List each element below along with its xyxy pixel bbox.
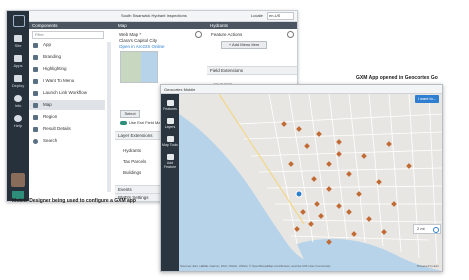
layer-tax-parcels[interactable]: Tax Parcels (123, 159, 146, 165)
rail-apps[interactable]: Apps (7, 53, 29, 73)
tools-icon (166, 136, 174, 142)
user-avatar[interactable] (11, 173, 25, 187)
component-search[interactable]: Search (29, 136, 105, 146)
gxm-window: Geocortex Mobile Features Layers Map Too… (160, 84, 443, 272)
component-label: Map (43, 102, 52, 107)
feature-actions-label: Feature Actions (211, 32, 243, 37)
rail-deploy-label: Deploy (11, 83, 25, 88)
rail-site-label: Site (14, 43, 22, 48)
components-panel: Components Filter App Branding Highlight… (29, 22, 116, 201)
app-icon (33, 43, 38, 48)
component-label: Search (43, 138, 58, 143)
filter-placeholder: Filter (35, 32, 44, 37)
gxm-caption: GXM App opened in Geocortex Go (356, 75, 438, 81)
help-circle-icon[interactable] (195, 31, 202, 38)
component-region[interactable]: Region (29, 112, 105, 122)
app-logo (13, 15, 25, 27)
apps-icon (14, 55, 22, 62)
hydrants-panel-title: Hydrants (207, 22, 297, 29)
rail-info[interactable]: Info (7, 93, 29, 113)
component-app[interactable]: App (29, 40, 105, 50)
rail-help[interactable]: Help (7, 113, 29, 133)
component-label: App (43, 42, 52, 47)
web-map-link[interactable]: Open in ArcGIS Online (119, 44, 165, 50)
select-button[interactable]: Select (120, 110, 140, 118)
component-label: Highlighting (43, 66, 67, 71)
field-extensions-header[interactable]: Field Extensions (207, 66, 297, 75)
highlight-icon (33, 67, 38, 72)
scale-widget[interactable]: 2 mi (413, 224, 441, 234)
app-title: South Swanwick Hydrant Inspections (121, 13, 187, 18)
designer-rail: Site Apps Deploy Info Help (7, 11, 29, 201)
designer-topbar: South Swanwick Hydrant Inspections Local… (29, 11, 297, 22)
rail-deploy[interactable]: Deploy (7, 73, 29, 93)
rail-help-label: Help (13, 123, 23, 128)
component-highlighting[interactable]: Highlighting (29, 64, 105, 74)
info-icon (14, 95, 22, 102)
nav-features[interactable]: Features (161, 98, 179, 114)
add-feature-icon (166, 154, 174, 160)
component-result-details[interactable]: Result Details (29, 124, 105, 134)
scale-text: 2 mi (417, 226, 425, 231)
deploy-icon (14, 75, 22, 82)
rail-info-label: Info (14, 103, 22, 108)
field-maps-toggle[interactable] (120, 121, 127, 125)
rail-apps-label: Apps (13, 63, 23, 68)
component-label: Branding (43, 54, 62, 59)
map-icon (33, 103, 38, 108)
locale-select[interactable]: en-US (267, 12, 294, 20)
map-attribution: Sources: Esri, HERE, Garmin, FAO, NOAA, … (180, 264, 331, 268)
component-label: Result Details (43, 126, 71, 131)
help-icon (14, 115, 22, 122)
component-launch-link[interactable]: Launch Link Workflow (29, 88, 105, 98)
locate-icon (433, 227, 439, 233)
nav-label: Features (163, 107, 177, 111)
designer-caption: Mobile Designer being used to configure … (12, 198, 136, 204)
add-menu-item-button[interactable]: + Add Menu Item (221, 41, 267, 49)
site-icon (14, 35, 22, 42)
locale-label: Locale (251, 13, 263, 18)
component-label: Region (43, 114, 58, 119)
i-want-to-button[interactable]: I want to... (415, 95, 439, 103)
component-label: Launch Link Workflow (43, 90, 87, 95)
gxm-title: Geocortex Mobile (164, 87, 196, 92)
nav-layers[interactable]: Layers (161, 116, 179, 132)
components-scrollbar[interactable] (107, 42, 111, 192)
nav-label: Layers (164, 125, 176, 129)
region-icon (33, 115, 38, 120)
link-icon (33, 91, 38, 96)
rail-site[interactable]: Site (7, 33, 29, 53)
nav-label: Add Feature (163, 161, 177, 169)
nav-label: Map Tools (162, 143, 178, 147)
gxm-nav-rail: Features Layers Map Tools Add Feature (161, 94, 179, 271)
layer-buildings[interactable]: Buildings (123, 170, 141, 176)
details-icon (33, 127, 38, 132)
help-circle-icon[interactable] (287, 31, 294, 38)
gxm-map[interactable] (179, 94, 442, 271)
web-map-thumbnail (120, 51, 158, 83)
branding-icon (33, 55, 38, 60)
search-icon (33, 139, 38, 144)
map-panel-title: Map (115, 22, 207, 29)
menu-icon (33, 79, 38, 84)
components-title: Components (29, 22, 115, 29)
nav-add-feature[interactable]: Add Feature (161, 152, 179, 169)
filter-input[interactable]: Filter (32, 31, 104, 39)
search-icon (166, 100, 174, 106)
component-map[interactable]: Map (29, 100, 105, 110)
current-location-dot (295, 190, 303, 198)
component-label: I Want To Menu (43, 78, 75, 83)
component-branding[interactable]: Branding (29, 52, 105, 62)
layers-icon (166, 118, 174, 124)
layer-hydrants[interactable]: Hydrants (123, 148, 141, 154)
gxm-titlebar: Geocortex Mobile (161, 85, 442, 94)
nav-map-tools[interactable]: Map Tools (161, 134, 179, 150)
powered-by: Powered by Esri (417, 264, 439, 268)
component-iwantto[interactable]: I Want To Menu (29, 76, 105, 86)
